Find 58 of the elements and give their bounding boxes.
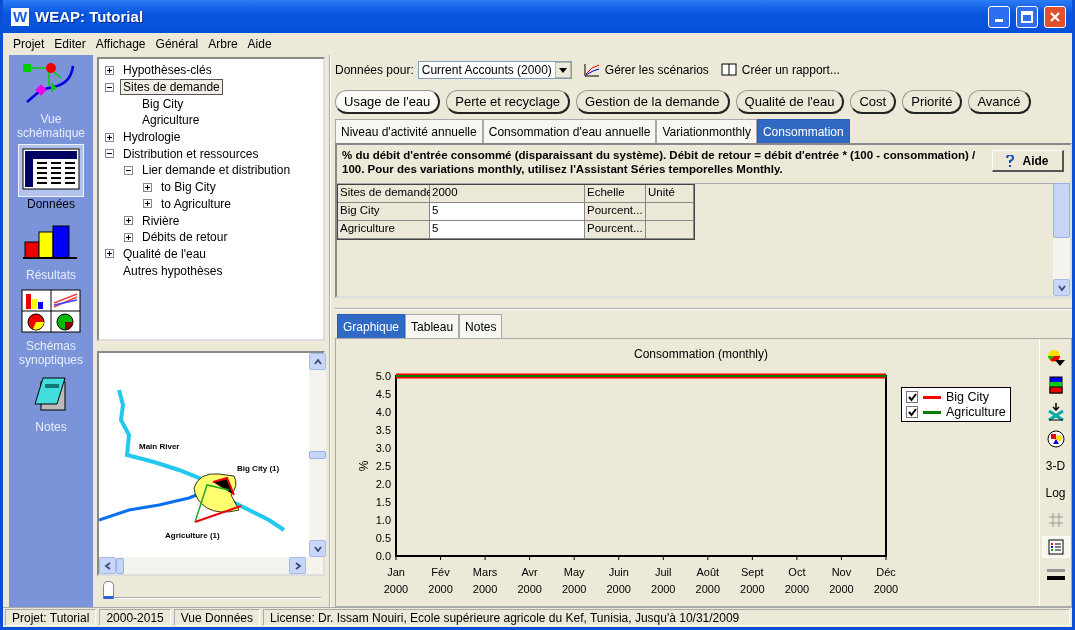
map-label: Main River (139, 442, 180, 451)
x-tick-label: 2000 (472, 583, 498, 595)
x-tick-label: Nov (831, 566, 852, 578)
x-tick-label: Oct (788, 566, 806, 578)
description-text: % du débit d'entrée consommé (disparaissant du système). Débit de retour = débit d'entrée * (100 - consommation) / 100. Pour des variations monthly, utilisez l'Assistant Séries temporelles Monthly. (341, 148, 977, 177)
table-cell: Agriculture (338, 221, 430, 239)
chart-title: Consommation (monthly) (634, 347, 768, 361)
x-tick-label: Avr (521, 566, 538, 578)
x-tick-label: Sept (741, 566, 764, 578)
y-tick-label: 0.5 (375, 532, 391, 544)
x-tick-label: 2000 (829, 583, 854, 595)
column-header: Unité (646, 185, 694, 203)
x-tick-label: Mars (472, 566, 498, 578)
x-tick-label: Août (696, 566, 720, 578)
x-tick-label: 2000 (695, 583, 721, 595)
column-header: Echelle (585, 185, 646, 203)
x-tick-label: 2000 (740, 583, 765, 595)
status-text: Projet: Tutorial (5, 609, 97, 626)
x-tick-label: Juin (608, 566, 629, 578)
map-label: Agriculture (1) (165, 531, 220, 540)
y-tick-label: 2.5 (375, 460, 391, 472)
table-cell: Big City (338, 203, 430, 221)
status-text: 2000-2015 (99, 609, 171, 626)
x-tick-label: Déc (876, 566, 896, 578)
x-tick-label: 2000 (651, 583, 676, 595)
status-text: License: Dr. Issam Nouiri, Ecole supérieure agricole du Kef, Tunisia, Jusqu'à 10/31/2009 (263, 609, 1070, 626)
app-logo: W (11, 7, 29, 26)
y-tick-label: 3.0 (375, 442, 391, 454)
y-tick-label: 1.5 (375, 496, 391, 508)
x-tick-label: 2000 (873, 583, 899, 595)
x-tick-label: Juil (655, 566, 672, 578)
table-cell: Pourcent... (585, 221, 646, 239)
y-tick-label: 4.5 (375, 388, 391, 400)
column-header: 2000 (430, 185, 585, 203)
x-tick-label: 2000 (383, 583, 409, 595)
x-tick-label: 2000 (606, 583, 631, 595)
x-tick-label: May (563, 566, 585, 578)
status-text: Vue Données (173, 609, 261, 626)
map-label: Big City (1) (237, 464, 280, 473)
x-tick-label: 2000 (561, 583, 587, 595)
table-cell: Pourcent... (585, 203, 646, 221)
x-tick-label: 2000 (517, 583, 542, 595)
window-title: WEAP: Tutorial (35, 8, 145, 25)
y-tick-label: 5.0 (375, 370, 391, 382)
y-tick-label: 4.0 (375, 406, 391, 418)
x-tick-label: Jan (387, 566, 405, 578)
legend-label: Big City (946, 390, 990, 404)
data-for-label: Données pour: (335, 63, 414, 77)
y-tick-label: 2.0 (375, 478, 391, 490)
column-header: Sites de demande (338, 185, 430, 203)
y-tick-label: 0.0 (375, 550, 391, 562)
y-tick-label: 1.0 (375, 514, 391, 526)
legend-label: Agriculture (946, 405, 1006, 419)
y-tick-label: 3.5 (375, 424, 391, 436)
x-tick-label: 2000 (784, 583, 810, 595)
x-tick-label: Fév (431, 566, 450, 578)
y-axis-label: % (357, 460, 371, 472)
x-tick-label: 2000 (428, 583, 453, 595)
